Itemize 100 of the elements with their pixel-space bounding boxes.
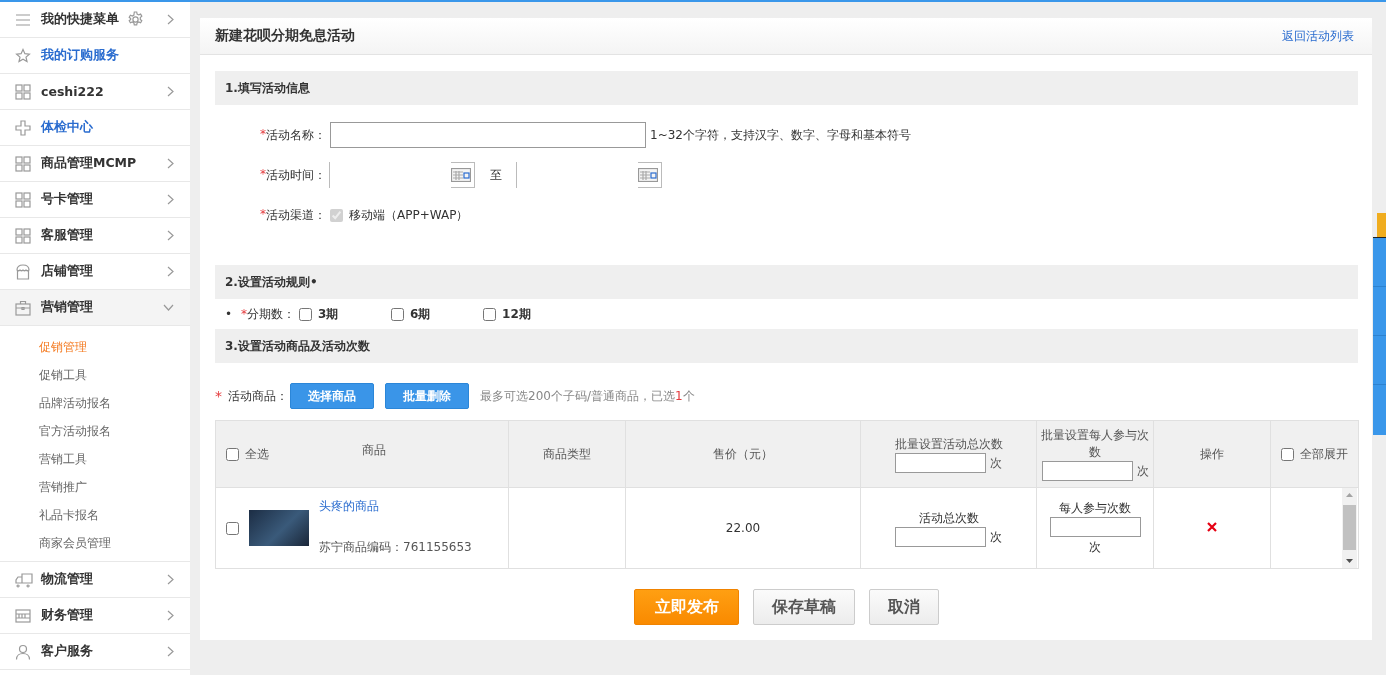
chevron-right-icon bbox=[167, 194, 174, 205]
section-heading: 1.填写活动信息 bbox=[215, 71, 1358, 105]
page-title: 新建花呗分期免息活动 bbox=[215, 27, 355, 45]
calendar-icon bbox=[638, 168, 658, 182]
truck-icon bbox=[15, 571, 33, 588]
section-heading: 3.设置活动商品及活动次数 bbox=[215, 329, 1358, 363]
submenu-item[interactable]: 商家会员管理 bbox=[0, 529, 190, 557]
date-field[interactable] bbox=[516, 162, 662, 188]
sidebar-item[interactable]: 体检中心 bbox=[0, 110, 190, 146]
product-code: 苏宁商品编码：761155653 bbox=[319, 539, 472, 556]
checkbox-label: 全部展开 bbox=[1300, 445, 1348, 463]
checkbox-label: 3期 bbox=[318, 305, 339, 323]
sidebar-item[interactable]: 营销管理 bbox=[0, 290, 190, 326]
column-header: 批量设置每人参与次数 bbox=[1040, 427, 1150, 461]
submenu-item[interactable]: 礼品卡报名 bbox=[0, 501, 190, 529]
photo-placeholder bbox=[249, 510, 309, 546]
submenu-item[interactable]: 官方活动报名 bbox=[0, 417, 190, 445]
range-separator: 至 bbox=[490, 166, 502, 184]
action-button[interactable]: 保存草稿 bbox=[753, 589, 855, 625]
grid-icon bbox=[15, 155, 31, 172]
checkbox-label: 12期 bbox=[502, 305, 531, 323]
input-field[interactable] bbox=[330, 122, 646, 148]
field-label: 活动商品： bbox=[228, 387, 288, 405]
chevron-right-icon bbox=[167, 574, 174, 585]
chevron-right-icon bbox=[167, 610, 174, 621]
field-label: 活动名称： bbox=[266, 126, 326, 144]
sidebar-item[interactable]: ceshi222 bbox=[0, 74, 190, 110]
required-mark: * bbox=[260, 126, 266, 143]
store-icon bbox=[15, 263, 31, 280]
product-link[interactable]: 头疼的商品 bbox=[319, 498, 472, 515]
checkbox-label: 移动端（APP+WAP） bbox=[349, 206, 469, 224]
checkbox[interactable] bbox=[1281, 447, 1294, 461]
required-mark: * bbox=[215, 388, 222, 404]
person-icon bbox=[15, 643, 31, 660]
sidebar-item[interactable]: 客户服务 bbox=[0, 634, 190, 670]
chevron-right-icon bbox=[167, 646, 174, 657]
sidebar-item[interactable]: 号卡管理 bbox=[0, 182, 190, 218]
bullet: • bbox=[225, 307, 233, 321]
plus-icon bbox=[15, 119, 31, 136]
section-heading: 2.设置活动规则• bbox=[215, 265, 1358, 299]
submenu-item[interactable]: 品牌活动报名 bbox=[0, 389, 190, 417]
submenu-item[interactable]: 促销工具 bbox=[0, 361, 190, 389]
count-unit: 个 bbox=[682, 387, 695, 405]
price-text: 22.00 bbox=[725, 521, 761, 535]
briefcase-icon bbox=[15, 299, 31, 316]
back-link[interactable]: 返回活动列表 bbox=[1282, 27, 1354, 45]
sidebar-item[interactable]: 客服管理 bbox=[0, 218, 190, 254]
star-icon bbox=[15, 47, 31, 64]
sidebar-item[interactable]: 财务管理 bbox=[0, 598, 190, 634]
sidebar-item[interactable]: 我的快捷菜单 bbox=[0, 2, 190, 38]
chevron-right-icon bbox=[167, 86, 174, 97]
column-header: 操作 bbox=[1200, 446, 1224, 461]
required-mark: * bbox=[260, 166, 266, 183]
chevron-right-icon bbox=[167, 266, 174, 277]
unit-label: 次 bbox=[990, 529, 1002, 544]
checkbox[interactable] bbox=[391, 307, 405, 321]
field-label: 活动渠道： bbox=[266, 206, 326, 224]
submenu-item[interactable]: 营销工具 bbox=[0, 445, 190, 473]
checkbox[interactable] bbox=[226, 521, 239, 535]
field-label: 活动总次数 bbox=[917, 509, 980, 527]
column-header: 售价（元） bbox=[713, 446, 773, 461]
unit-label: 次 bbox=[990, 455, 1002, 470]
submenu-item[interactable]: 营销推广 bbox=[0, 473, 190, 501]
limit-note: 最多可选200个子码/普通商品，已选 bbox=[480, 387, 675, 405]
chevron-right-icon bbox=[167, 230, 174, 241]
checkbox-label: 6期 bbox=[410, 305, 431, 323]
chevron-right-icon bbox=[167, 14, 174, 25]
field-label: 活动时间： bbox=[266, 166, 326, 184]
input-field[interactable] bbox=[895, 526, 986, 547]
required-mark: * bbox=[241, 307, 248, 321]
scrollbar[interactable] bbox=[1342, 488, 1357, 568]
sidebar-item[interactable]: 商品管理MCMP bbox=[0, 146, 190, 182]
input-field[interactable] bbox=[1049, 517, 1141, 537]
input-field[interactable] bbox=[1041, 461, 1133, 481]
sidebar-item[interactable]: 我的订购服务 bbox=[0, 38, 190, 74]
grid-icon bbox=[15, 191, 31, 208]
column-header: 商品 bbox=[360, 441, 387, 459]
ledger-icon bbox=[15, 607, 31, 624]
grid-icon bbox=[15, 227, 31, 244]
checkbox-label: 全选 bbox=[245, 445, 269, 463]
column-header: 批量设置活动总次数 bbox=[893, 435, 1004, 453]
field-label: 分期数： bbox=[247, 305, 296, 323]
field-label: 每人参与次数 bbox=[1058, 500, 1132, 517]
unit-label: 次 bbox=[1088, 539, 1102, 556]
grid-icon bbox=[15, 83, 31, 100]
menu-icon bbox=[15, 12, 31, 27]
action-button[interactable]: 取消 bbox=[869, 589, 939, 625]
chevron-right-icon bbox=[167, 158, 174, 169]
chevron-down-icon bbox=[163, 304, 174, 311]
input-field[interactable] bbox=[895, 452, 986, 473]
checkbox[interactable] bbox=[299, 307, 313, 321]
calendar-icon bbox=[451, 168, 471, 182]
checkbox[interactable] bbox=[226, 447, 239, 461]
cross-icon[interactable] bbox=[1207, 522, 1217, 532]
date-field[interactable] bbox=[329, 162, 475, 188]
sidebar-item[interactable]: 物流管理 bbox=[0, 562, 190, 598]
side-toolbar[interactable] bbox=[1373, 213, 1386, 435]
required-mark: * bbox=[260, 206, 266, 223]
checkbox[interactable] bbox=[483, 307, 497, 321]
column-header: 商品类型 bbox=[543, 446, 591, 461]
